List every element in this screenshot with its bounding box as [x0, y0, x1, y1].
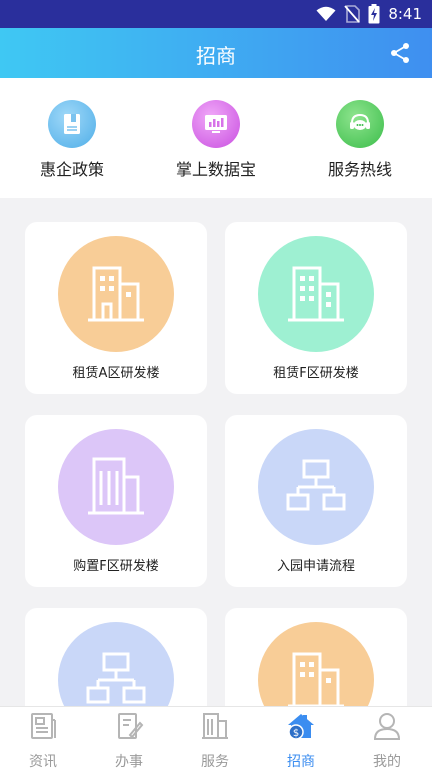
card-lease-f-building[interactable]: 租赁F区研发楼 — [225, 222, 407, 394]
svg-text:$: $ — [293, 728, 299, 739]
card-lease-a-building[interactable]: 租赁A区研发楼 — [25, 222, 207, 394]
building-icon — [258, 236, 374, 352]
task-edit-icon — [118, 713, 144, 739]
page-title: 招商 — [196, 44, 236, 68]
quick-link-label: 服务热线 — [327, 160, 392, 179]
status-bar: 8:41 — [0, 0, 432, 28]
quick-link-label: 惠企政策 — [39, 160, 104, 179]
tab-label: 服务 — [201, 754, 229, 768]
card-label: 租赁A区研发楼 — [72, 366, 160, 381]
flowchart-icon — [58, 622, 174, 706]
tab-profile[interactable]: 我的 — [344, 711, 430, 768]
card-label: 购置F区研发楼 — [73, 559, 159, 574]
bottom-tab-bar: 资讯 办事 服务 $ 招商 我的 — [0, 706, 432, 768]
hotline-chat-icon — [336, 100, 384, 148]
tab-services[interactable]: 服务 — [172, 711, 258, 768]
flowchart-icon — [258, 429, 374, 545]
tab-tasks[interactable]: 办事 — [86, 711, 172, 768]
app-header: 招商 — [0, 28, 432, 78]
quick-link-policy[interactable]: 惠企政策 — [12, 100, 132, 180]
card-purchase-f-building[interactable]: 购置F区研发楼 — [25, 415, 207, 587]
tab-investment[interactable]: $ 招商 — [258, 711, 344, 768]
card-flow-item[interactable] — [25, 608, 207, 706]
tab-label: 办事 — [115, 754, 143, 768]
no-sim-icon — [344, 5, 361, 23]
share-icon — [391, 43, 409, 63]
policy-document-icon — [48, 100, 96, 148]
profile-icon — [373, 713, 401, 740]
tab-label: 招商 — [287, 754, 315, 768]
card-label: 租赁F区研发楼 — [273, 366, 359, 381]
building-icon — [58, 236, 174, 352]
investment-home-icon: $ — [288, 714, 314, 740]
quick-link-label: 掌上数据宝 — [175, 160, 256, 179]
service-grid: 租赁A区研发楼 租赁F区研发楼 购置F区研发楼 入园申请流程 — [0, 198, 432, 706]
wifi-icon — [316, 6, 336, 21]
quick-link-data[interactable]: 掌上数据宝 — [156, 100, 276, 180]
data-monitor-icon — [192, 100, 240, 148]
status-time: 8:41 — [388, 5, 422, 23]
card-park-application-process[interactable]: 入园申请流程 — [225, 415, 407, 587]
service-building-icon — [202, 713, 228, 739]
card-label: 入园申请流程 — [276, 559, 355, 574]
tab-news[interactable]: 资讯 — [0, 711, 86, 768]
share-button[interactable] — [388, 41, 412, 65]
office-building-icon — [58, 429, 174, 545]
status-icons: 8:41 — [316, 4, 422, 24]
card-building-item[interactable] — [225, 608, 407, 706]
battery-charging-icon — [368, 4, 380, 24]
tab-label: 资讯 — [29, 754, 57, 768]
tab-label: 我的 — [373, 754, 401, 768]
building-icon — [258, 622, 374, 706]
quick-link-hotline[interactable]: 服务热线 — [300, 100, 420, 180]
quick-links: 惠企政策 掌上数据宝 服务热线 — [0, 78, 432, 198]
news-icon — [31, 713, 56, 739]
